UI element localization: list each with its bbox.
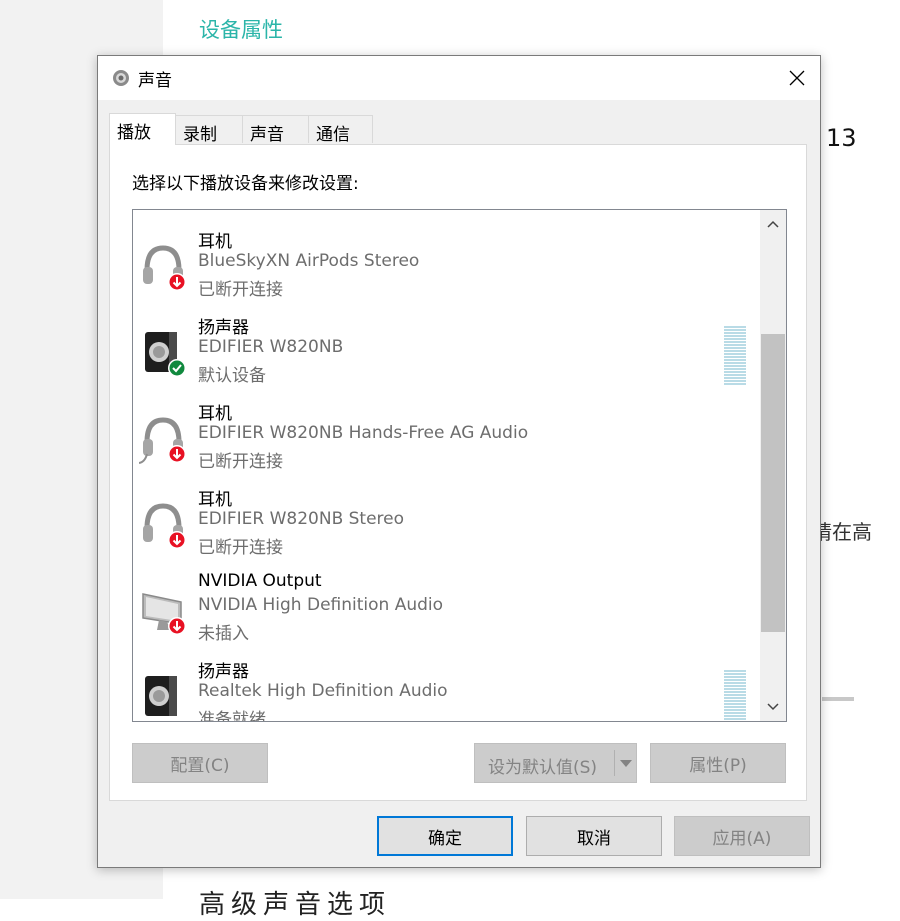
device-name: 耳机 xyxy=(198,490,232,510)
list-item[interactable]: 扬声器 EDIFIER W820NB 默认设备 xyxy=(133,310,759,396)
device-status: 已断开连接 xyxy=(198,452,283,472)
close-button[interactable] xyxy=(774,56,820,100)
dialog-title: 声音 xyxy=(138,71,172,91)
device-status: 已断开连接 xyxy=(198,538,283,558)
tab-communications[interactable]: 通信 xyxy=(308,115,373,145)
set-default-dropdown[interactable] xyxy=(615,744,637,782)
device-name: 耳机 xyxy=(198,232,232,252)
device-status: 已断开连接 xyxy=(198,280,283,300)
playback-device-list[interactable]: 耳机 BlueSkyXN AirPods Stereo 已断开连接 扬声器 ED… xyxy=(132,209,787,722)
sound-dialog: 声音 播放 录制 声音 通信 选择以下播放设备来修改设置: 耳机 BlueSky… xyxy=(97,55,821,868)
volume-level-meter xyxy=(724,670,746,721)
volume-level-meter xyxy=(724,326,746,386)
disconnected-badge-icon xyxy=(168,531,186,549)
device-name: 扬声器 xyxy=(198,318,249,338)
list-item[interactable]: 扬声器 Realtek High Definition Audio 准备就绪 xyxy=(133,654,759,722)
background-slider-fragment xyxy=(822,697,854,701)
tab-recording[interactable]: 录制 xyxy=(175,115,243,145)
device-description: EDIFIER W820NB Stereo xyxy=(198,509,405,529)
tab-sounds[interactable]: 声音 xyxy=(242,115,309,145)
set-default-label: 设为默认值(S) xyxy=(488,758,598,778)
device-description: EDIFIER W820NB Hands-Free AG Audio xyxy=(198,423,529,443)
advanced-sound-options-heading: 高级声音选项 xyxy=(199,890,392,920)
list-item[interactable]: 耳机 BlueSkyXN AirPods Stereo 已断开连接 xyxy=(133,224,759,310)
speaker-app-icon xyxy=(113,70,129,86)
tab-playback[interactable]: 播放 xyxy=(109,113,176,145)
list-item[interactable]: NVIDIA Output NVIDIA High Definition Aud… xyxy=(133,568,759,654)
device-status: 未插入 xyxy=(198,624,249,644)
disconnected-badge-icon xyxy=(168,445,186,463)
configure-button[interactable]: 配置(C) xyxy=(132,743,268,783)
device-status: 准备就绪 xyxy=(198,710,266,722)
cancel-button[interactable]: 取消 xyxy=(526,816,662,856)
device-description: EDIFIER W820NB xyxy=(198,337,344,357)
device-name: 扬声器 xyxy=(198,662,249,682)
instruction-label: 选择以下播放设备来修改设置: xyxy=(132,174,359,194)
caret-down-icon xyxy=(620,759,632,767)
device-list-scrollbar[interactable] xyxy=(760,210,786,721)
ok-button[interactable]: 确定 xyxy=(377,816,513,856)
dialog-titlebar[interactable]: 声音 xyxy=(98,56,820,100)
list-item[interactable]: 耳机 EDIFIER W820NB Hands-Free AG Audio 已断… xyxy=(133,396,759,482)
list-item[interactable]: 耳机 EDIFIER W820NB Stereo 已断开连接 xyxy=(133,482,759,568)
device-description: NVIDIA High Definition Audio xyxy=(198,595,444,615)
chevron-down-icon xyxy=(767,703,779,711)
chevron-up-icon xyxy=(767,220,779,228)
playback-tab-panel: 选择以下播放设备来修改设置: 耳机 BlueSkyXN AirPods Ster… xyxy=(109,144,807,801)
default-check-badge-icon xyxy=(168,359,186,377)
apply-button[interactable]: 应用(A) xyxy=(674,816,810,856)
device-status: 默认设备 xyxy=(198,366,266,386)
disconnected-badge-icon xyxy=(168,617,186,635)
device-name: 耳机 xyxy=(198,404,232,424)
background-text-fragment: 请在高 xyxy=(812,520,872,544)
scroll-down-button[interactable] xyxy=(760,695,786,719)
scroll-up-button[interactable] xyxy=(760,212,786,236)
disconnected-badge-icon xyxy=(168,273,186,291)
headphones-icon xyxy=(143,245,186,291)
device-description: Realtek High Definition Audio xyxy=(198,681,448,701)
speaker-icon xyxy=(145,676,177,716)
monitor-icon xyxy=(142,593,186,635)
scroll-thumb[interactable] xyxy=(761,334,785,632)
headset-icon xyxy=(139,417,186,464)
properties-button[interactable]: 属性(P) xyxy=(650,743,786,783)
headphones-icon xyxy=(143,503,186,549)
set-default-split-button[interactable]: 设为默认值(S) xyxy=(474,743,637,783)
device-name: NVIDIA Output xyxy=(198,571,322,591)
device-description: BlueSkyXN AirPods Stereo xyxy=(198,251,420,271)
background-text-fragment: 13 xyxy=(826,124,857,152)
speaker-icon xyxy=(145,332,186,377)
close-icon xyxy=(789,70,805,86)
device-properties-link[interactable]: 设备属性 xyxy=(199,14,283,44)
